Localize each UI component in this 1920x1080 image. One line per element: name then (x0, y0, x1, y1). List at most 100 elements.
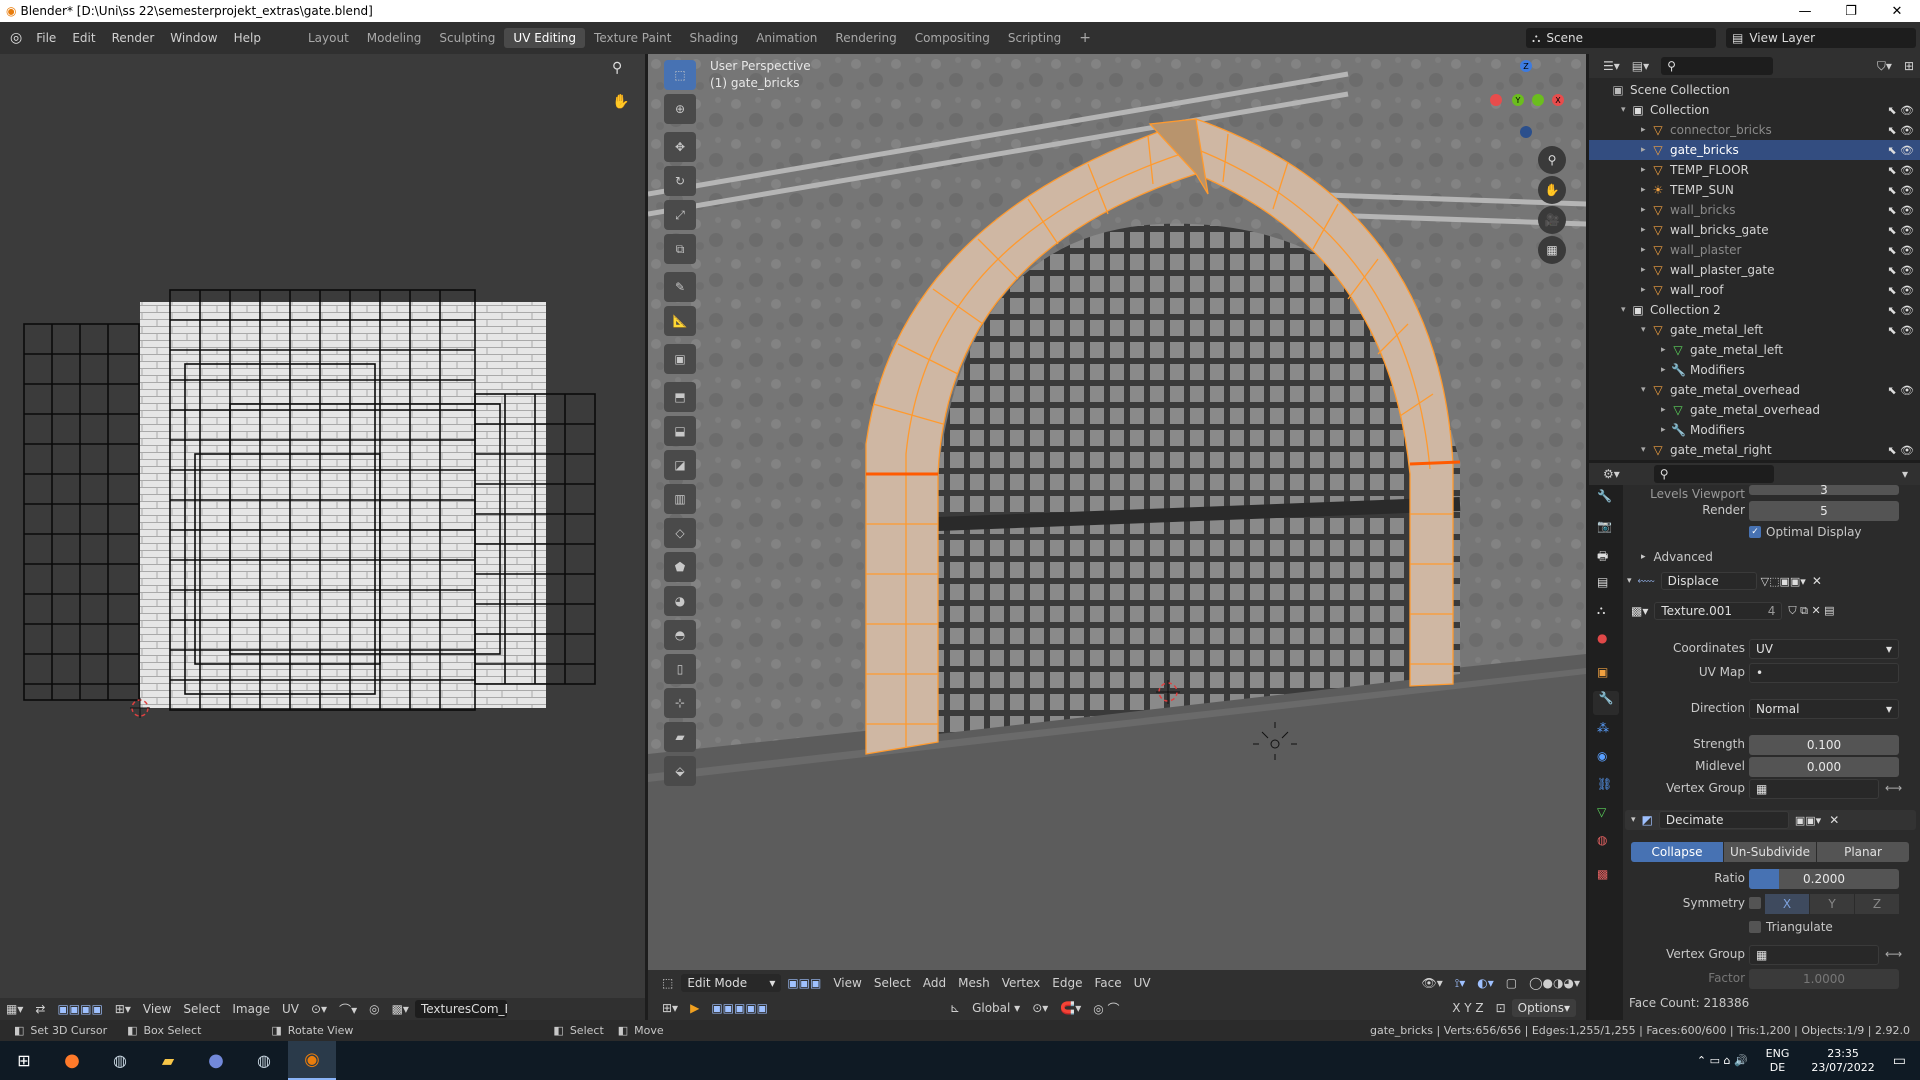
physics-tab-icon[interactable]: ◉ (1597, 749, 1607, 763)
uv-menu-uv[interactable]: UV (276, 1000, 305, 1018)
visibility-toggle-icon[interactable]: ⬉ 👁 (1887, 304, 1914, 317)
factor-field[interactable]: 1.0000 (1749, 969, 1899, 989)
scene-selector[interactable]: ⛬ Scene (1526, 28, 1716, 48)
displace-modifier-header[interactable]: ▾ ⬳ Displace ▽⬚▣▣▾ ✕ (1627, 571, 1916, 591)
outliner-row[interactable]: ▸ ▽ TEMP_FLOOR ⬉ 👁 (1589, 160, 1920, 180)
add-cube-tool-icon[interactable]: ▣ (664, 344, 696, 374)
viewport-canvas[interactable] (648, 54, 1586, 998)
inset-tool-icon[interactable]: ⬓ (664, 416, 696, 446)
workspace-tab-sculpting[interactable]: Sculpting (430, 28, 504, 48)
axis-neg-x-icon[interactable] (1490, 94, 1502, 106)
edge-slide-tool-icon[interactable]: ▯ (664, 654, 696, 684)
uv-select-mode-icons[interactable]: ▣▣▣▣ (51, 1000, 108, 1018)
orientation-dropdown[interactable]: Global ▾ (966, 999, 1026, 1017)
expand-arrow-icon[interactable]: ▾ (1641, 445, 1651, 455)
selection-mode-icons[interactable]: ▣▣▣▣▣ (705, 999, 774, 1017)
optimal-display-checkbox[interactable]: ✓ Optimal Display (1749, 525, 1862, 539)
sticky-select-icon[interactable]: ⊞▾ (109, 1000, 137, 1018)
vp-menu-uv[interactable]: UV (1128, 974, 1157, 992)
visibility-toggle-icon[interactable]: ⬉ 👁 (1887, 264, 1914, 277)
pan-view-icon[interactable]: ✋ (1538, 176, 1566, 204)
outliner-row[interactable]: ▾ ▽ gate_metal_right ⬉ 👁 (1589, 440, 1920, 460)
vp-menu-edge[interactable]: Edge (1046, 974, 1088, 992)
world-tab-icon[interactable]: ● (1597, 631, 1607, 645)
select-tool-icon[interactable]: ▶ (684, 999, 705, 1017)
expand-arrow-icon[interactable]: ▸ (1661, 405, 1671, 415)
move-tool-icon[interactable]: ✥ (664, 132, 696, 162)
spin-tool-icon[interactable]: ◕ (664, 586, 696, 616)
visibility-toggle-icon[interactable]: ⬉ 👁 (1887, 324, 1914, 337)
visibility-toggle-icon[interactable]: ⬉ 👁 (1887, 164, 1914, 177)
pivot-icon[interactable]: ⊙▾ (305, 1000, 333, 1018)
vp-menu-select[interactable]: Select (868, 974, 917, 992)
collapse-arrow-icon[interactable]: ▾ (1627, 576, 1632, 586)
decimate-name-field[interactable]: Decimate (1658, 811, 1789, 829)
clock[interactable]: 23:35 23/07/2022 (1811, 1047, 1874, 1075)
editor-type-icon[interactable]: ▦▾ (0, 1000, 29, 1018)
poly-build-tool-icon[interactable]: ⬟ (664, 552, 696, 582)
workspace-tab-animation[interactable]: Animation (747, 28, 826, 48)
outliner-row[interactable]: ▸ ▽ connector_bricks ⬉ 👁 (1589, 120, 1920, 140)
transform-tool-icon[interactable]: ⧉ (664, 234, 696, 264)
object-tab-icon[interactable]: ▣ (1597, 665, 1608, 679)
outliner-row[interactable]: ▸ ▽ gate_metal_overhead (1589, 400, 1920, 420)
expand-arrow-icon[interactable]: ▸ (1641, 125, 1651, 135)
outliner-row[interactable]: ▾ ▽ gate_metal_left ⬉ 👁 (1589, 320, 1920, 340)
workspace-tab-modeling[interactable]: Modeling (358, 28, 431, 48)
expand-arrow-icon[interactable]: ▾ (1641, 385, 1651, 395)
triangulate-checkbox[interactable]: Triangulate (1749, 920, 1833, 934)
outliner-row[interactable]: ▸ ▽ wall_roof ⬉ 👁 (1589, 280, 1920, 300)
outliner-row[interactable]: ▸ 🔧 Modifiers (1589, 360, 1920, 380)
mesh-select-mode-icons[interactable]: ▣▣▣ (781, 974, 827, 992)
expand-arrow-icon[interactable]: ▾ (1641, 325, 1651, 335)
visibility-toggle-icon[interactable]: ⬉ 👁 (1887, 204, 1914, 217)
axis-neg-z-icon[interactable] (1520, 126, 1532, 138)
outliner-row[interactable]: ▸ ▽ wall_bricks ⬉ 👁 (1589, 200, 1920, 220)
texture-actions-icons[interactable]: ⛉ ⧉ ✕ ▤ (1788, 604, 1834, 618)
uv-pan-hand-icon[interactable]: ✋ (612, 94, 629, 110)
visibility-toggle-icon[interactable]: ⬉ 👁 (1887, 444, 1914, 457)
menu-edit[interactable]: Edit (64, 31, 103, 45)
decimate-visibility-toggles[interactable]: ▣▣▾ (1795, 814, 1821, 827)
expand-arrow-icon[interactable]: ▸ (1661, 345, 1671, 355)
texture-browse-icon[interactable]: ▩▾ (1631, 604, 1648, 618)
menu-render[interactable]: Render (104, 31, 163, 45)
decimate-collapse-arrow-icon[interactable]: ▾ (1631, 815, 1636, 825)
workspace-tab-shading[interactable]: Shading (680, 28, 747, 48)
properties-search-input[interactable]: ⚲ (1653, 465, 1774, 483)
sync-selection-icon[interactable]: ⇄ (29, 1000, 51, 1018)
workspace-tab-texture-paint[interactable]: Texture Paint (585, 28, 680, 48)
select-box-tool-icon[interactable]: ⬚ (664, 60, 696, 90)
symmetry-axis-z[interactable]: Z (1855, 894, 1899, 914)
bevel-tool-icon[interactable]: ◪ (664, 450, 696, 480)
outliner-row[interactable]: ▾ ▣ Collection ⬉ 👁 (1589, 100, 1920, 120)
view-layer-tab-icon[interactable]: ▤ (1597, 575, 1608, 589)
proportional-editing-icon[interactable]: ◎ ⌒ (1087, 998, 1125, 1019)
axis-y-icon[interactable]: Y (1512, 94, 1524, 106)
auto-merge-icon[interactable]: ⊡ (1490, 999, 1512, 1017)
visibility-toggle-icon[interactable]: ⬉ 👁 (1887, 244, 1914, 257)
display-mode-icon[interactable]: ▤▾ (1626, 57, 1655, 75)
midlevel-field[interactable]: 0.000 (1749, 757, 1899, 777)
ortho-toggle-icon[interactable]: ▦ (1538, 236, 1566, 264)
visibility-toggle-icon[interactable]: ⬉ 👁 (1887, 284, 1914, 297)
workspace-tab-scripting[interactable]: Scripting (999, 28, 1070, 48)
constraints-tab-icon[interactable]: ⛓ (1597, 777, 1612, 791)
scale-tool-icon[interactable]: ⤢ (664, 200, 696, 230)
notification-icon[interactable]: ▭ (1893, 1053, 1906, 1069)
mode-dropdown[interactable]: Edit Mode ▾ (681, 974, 782, 992)
expand-arrow-icon[interactable]: ▸ (1641, 185, 1651, 195)
data-tab-icon[interactable]: ▽ (1597, 805, 1606, 819)
outliner-row[interactable]: ▸ ☀ TEMP_SUN ⬉ 👁 (1589, 180, 1920, 200)
knife-tool-icon[interactable]: ◇ (664, 518, 696, 548)
image-browse-icon[interactable]: ▩▾ (386, 1000, 415, 1018)
steam-icon[interactable]: ◍ (96, 1041, 144, 1080)
axis-x-icon[interactable]: X (1552, 94, 1564, 106)
symmetry-checkbox[interactable] (1749, 897, 1761, 909)
file-explorer-icon[interactable]: ▰ (144, 1041, 192, 1080)
expand-arrow-icon[interactable]: ▸ (1661, 425, 1671, 435)
overlay-toggle-icon[interactable]: ◐▾ (1471, 974, 1500, 992)
levels-viewport-field[interactable]: 3 (1749, 485, 1899, 495)
3d-viewport[interactable]: User Perspective (1) gate_bricks ⬚ ⊕ ✥ ↻… (648, 54, 1586, 1020)
outliner-row[interactable]: ▸ ▽ wall_plaster_gate ⬉ 👁 (1589, 260, 1920, 280)
